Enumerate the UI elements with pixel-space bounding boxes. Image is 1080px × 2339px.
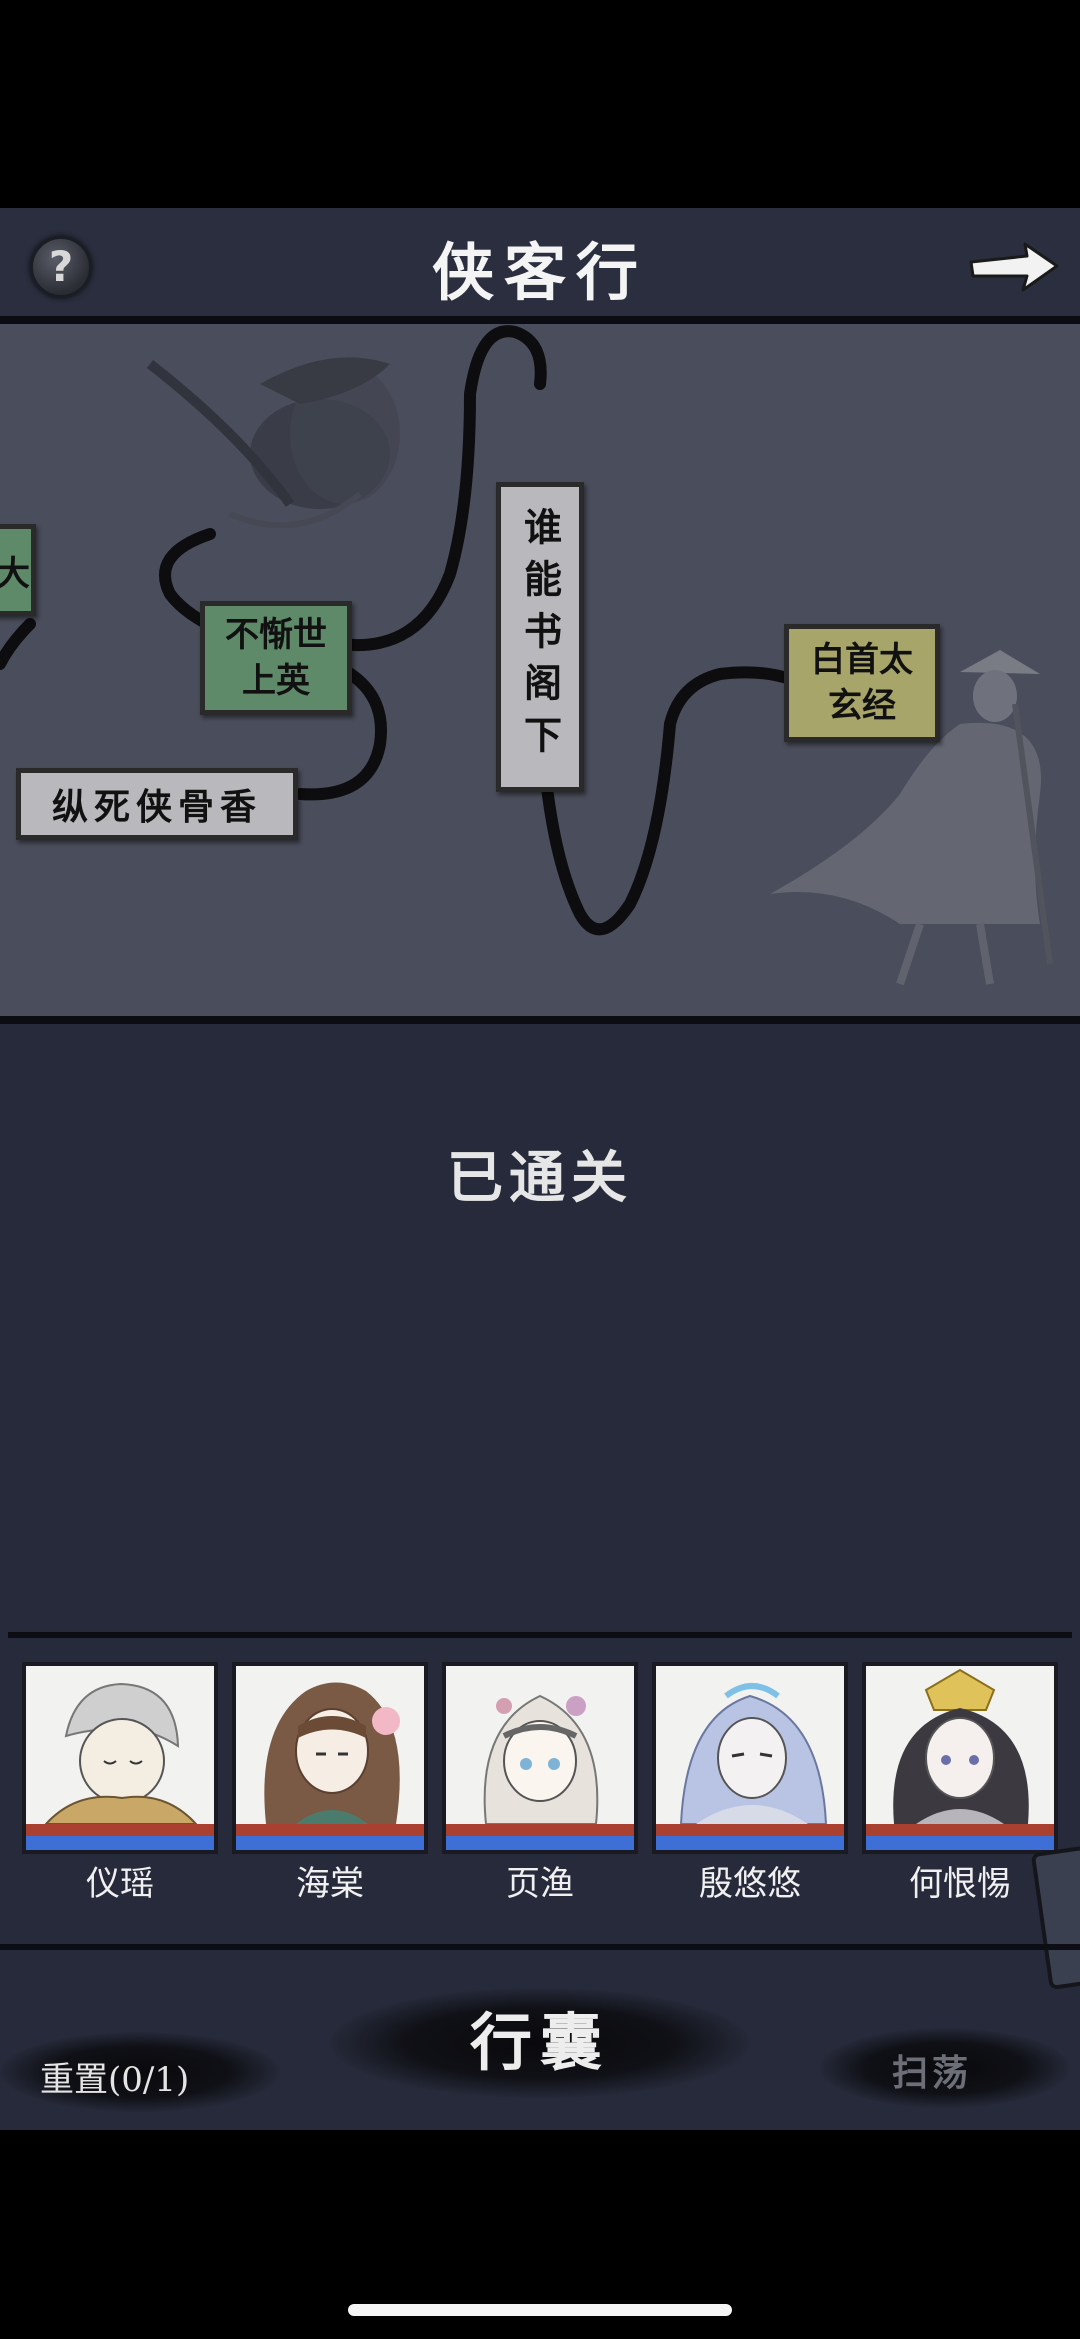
character-name: 殷悠悠	[699, 1864, 801, 1904]
mp-bar	[236, 1836, 424, 1850]
character-card[interactable]	[652, 1662, 848, 1854]
side-card-edge[interactable]	[1030, 1843, 1080, 1991]
stage-map: 大 不惭世上英 谁能书阁下 白首太玄经 纵死侠骨香	[0, 324, 1080, 1016]
map-divider	[0, 1016, 1080, 1024]
character-portrait	[44, 1682, 198, 1824]
mp-bar	[656, 1836, 844, 1850]
character-portrait	[893, 1668, 1029, 1824]
character-portrait	[483, 1694, 599, 1824]
stage-node-taixuan[interactable]: 白首太玄经	[784, 624, 940, 742]
character-name: 海棠	[296, 1864, 364, 1904]
character-portrait	[264, 1682, 400, 1824]
character-card[interactable]	[442, 1662, 638, 1854]
hp-bar	[26, 1824, 214, 1836]
character-name: 页渔	[506, 1864, 574, 1904]
character-card[interactable]	[22, 1662, 218, 1854]
hp-bar	[236, 1824, 424, 1836]
arrow-right-icon[interactable]	[965, 236, 1061, 296]
character-name: 何恨惕	[909, 1864, 1011, 1904]
character-name: 仪瑶	[86, 1864, 154, 1904]
mp-bar	[866, 1836, 1054, 1850]
character-card[interactable]	[862, 1662, 1058, 1854]
hp-bar	[656, 1824, 844, 1836]
hp-bar	[866, 1824, 1054, 1836]
stage-node-shuige[interactable]: 谁能书阁下	[496, 482, 584, 792]
mp-bar	[446, 1836, 634, 1850]
header-divider	[0, 316, 1080, 324]
sweep-button[interactable]: 扫荡	[892, 2044, 972, 2096]
hp-bar	[446, 1824, 634, 1836]
stage-node-partial[interactable]: 大	[0, 524, 36, 616]
clear-status: 已通关	[447, 1145, 633, 1211]
header-bar: ? 侠客行	[0, 208, 1080, 320]
page-title: 侠客行	[431, 236, 648, 309]
mp-bar	[26, 1836, 214, 1850]
team-divider-top	[8, 1632, 1072, 1638]
ink-swordsman-illustration	[146, 357, 400, 529]
character-card[interactable]	[232, 1662, 428, 1854]
home-indicator[interactable]	[348, 2304, 732, 2316]
game-screen: ? 侠客行 大 不惭世上英 谁能书阁下 白首太玄经 纵死侠骨香 已通关 仪瑶 海…	[0, 208, 1080, 2130]
stage-node-buchan[interactable]: 不惭世上英	[200, 601, 352, 715]
character-portrait	[679, 1683, 828, 1824]
stage-node-xiagu[interactable]: 纵死侠骨香	[16, 768, 298, 840]
team-divider-bottom	[0, 1944, 1080, 1950]
